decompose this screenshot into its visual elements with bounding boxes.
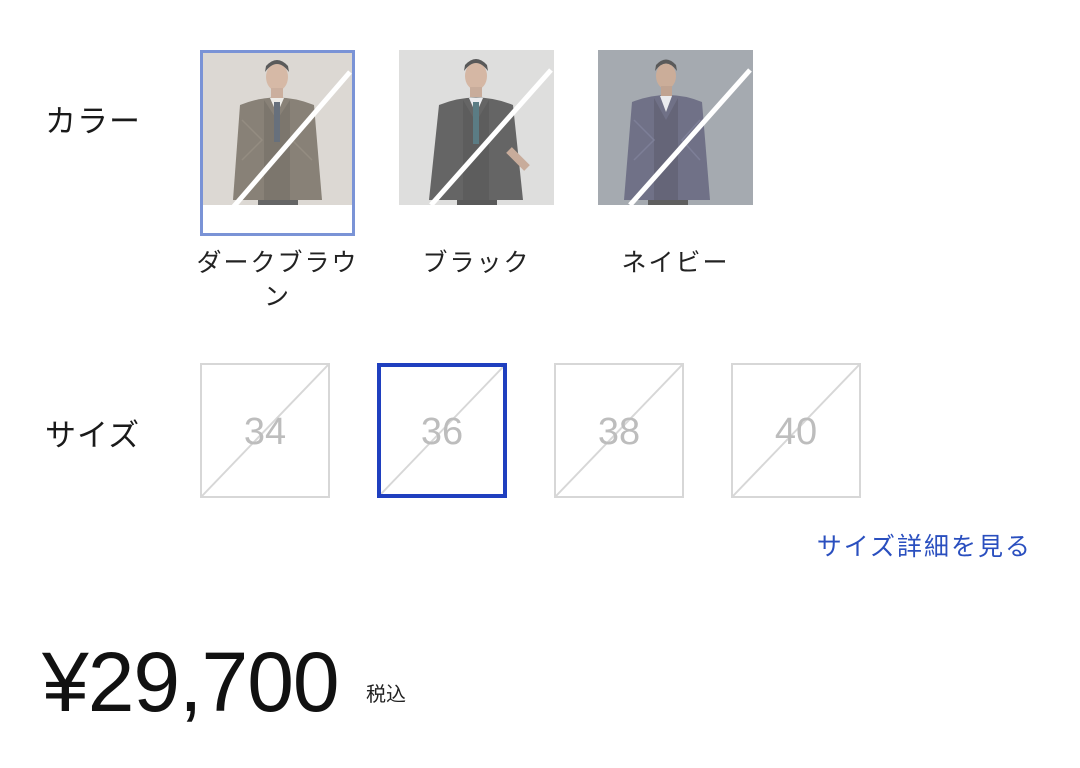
color-swatch-navy[interactable]: ネイビー <box>598 50 753 277</box>
product-photo-dark-brown <box>200 50 355 205</box>
size-option-40[interactable]: 40 <box>731 363 861 498</box>
size-option-36[interactable]: 36 <box>377 363 507 498</box>
price: ¥29,700 <box>42 635 340 729</box>
product-photo-navy <box>598 50 753 205</box>
size-detail-link[interactable]: サイズ詳細を見る <box>817 527 1032 563</box>
color-name-black: ブラック <box>422 248 531 277</box>
size-option-38[interactable]: 38 <box>554 363 684 498</box>
color-swatch-black[interactable]: ブラック <box>399 50 554 277</box>
size-value: 38 <box>597 411 641 453</box>
size-value: 34 <box>243 411 287 453</box>
size-option-34[interactable]: 34 <box>200 363 330 498</box>
product-photo-black <box>399 50 554 205</box>
tax-included-label: 税込 <box>366 682 406 706</box>
size-value: 40 <box>774 411 818 453</box>
color-swatch-dark-brown[interactable]: ダークブラウン <box>196 50 357 311</box>
color-label: カラー <box>45 104 141 140</box>
color-name-navy: ネイビー <box>621 248 730 277</box>
size-value: 36 <box>420 411 464 453</box>
color-name-dark-brown: ダークブラウン <box>196 248 359 311</box>
size-label: サイズ <box>45 418 141 454</box>
